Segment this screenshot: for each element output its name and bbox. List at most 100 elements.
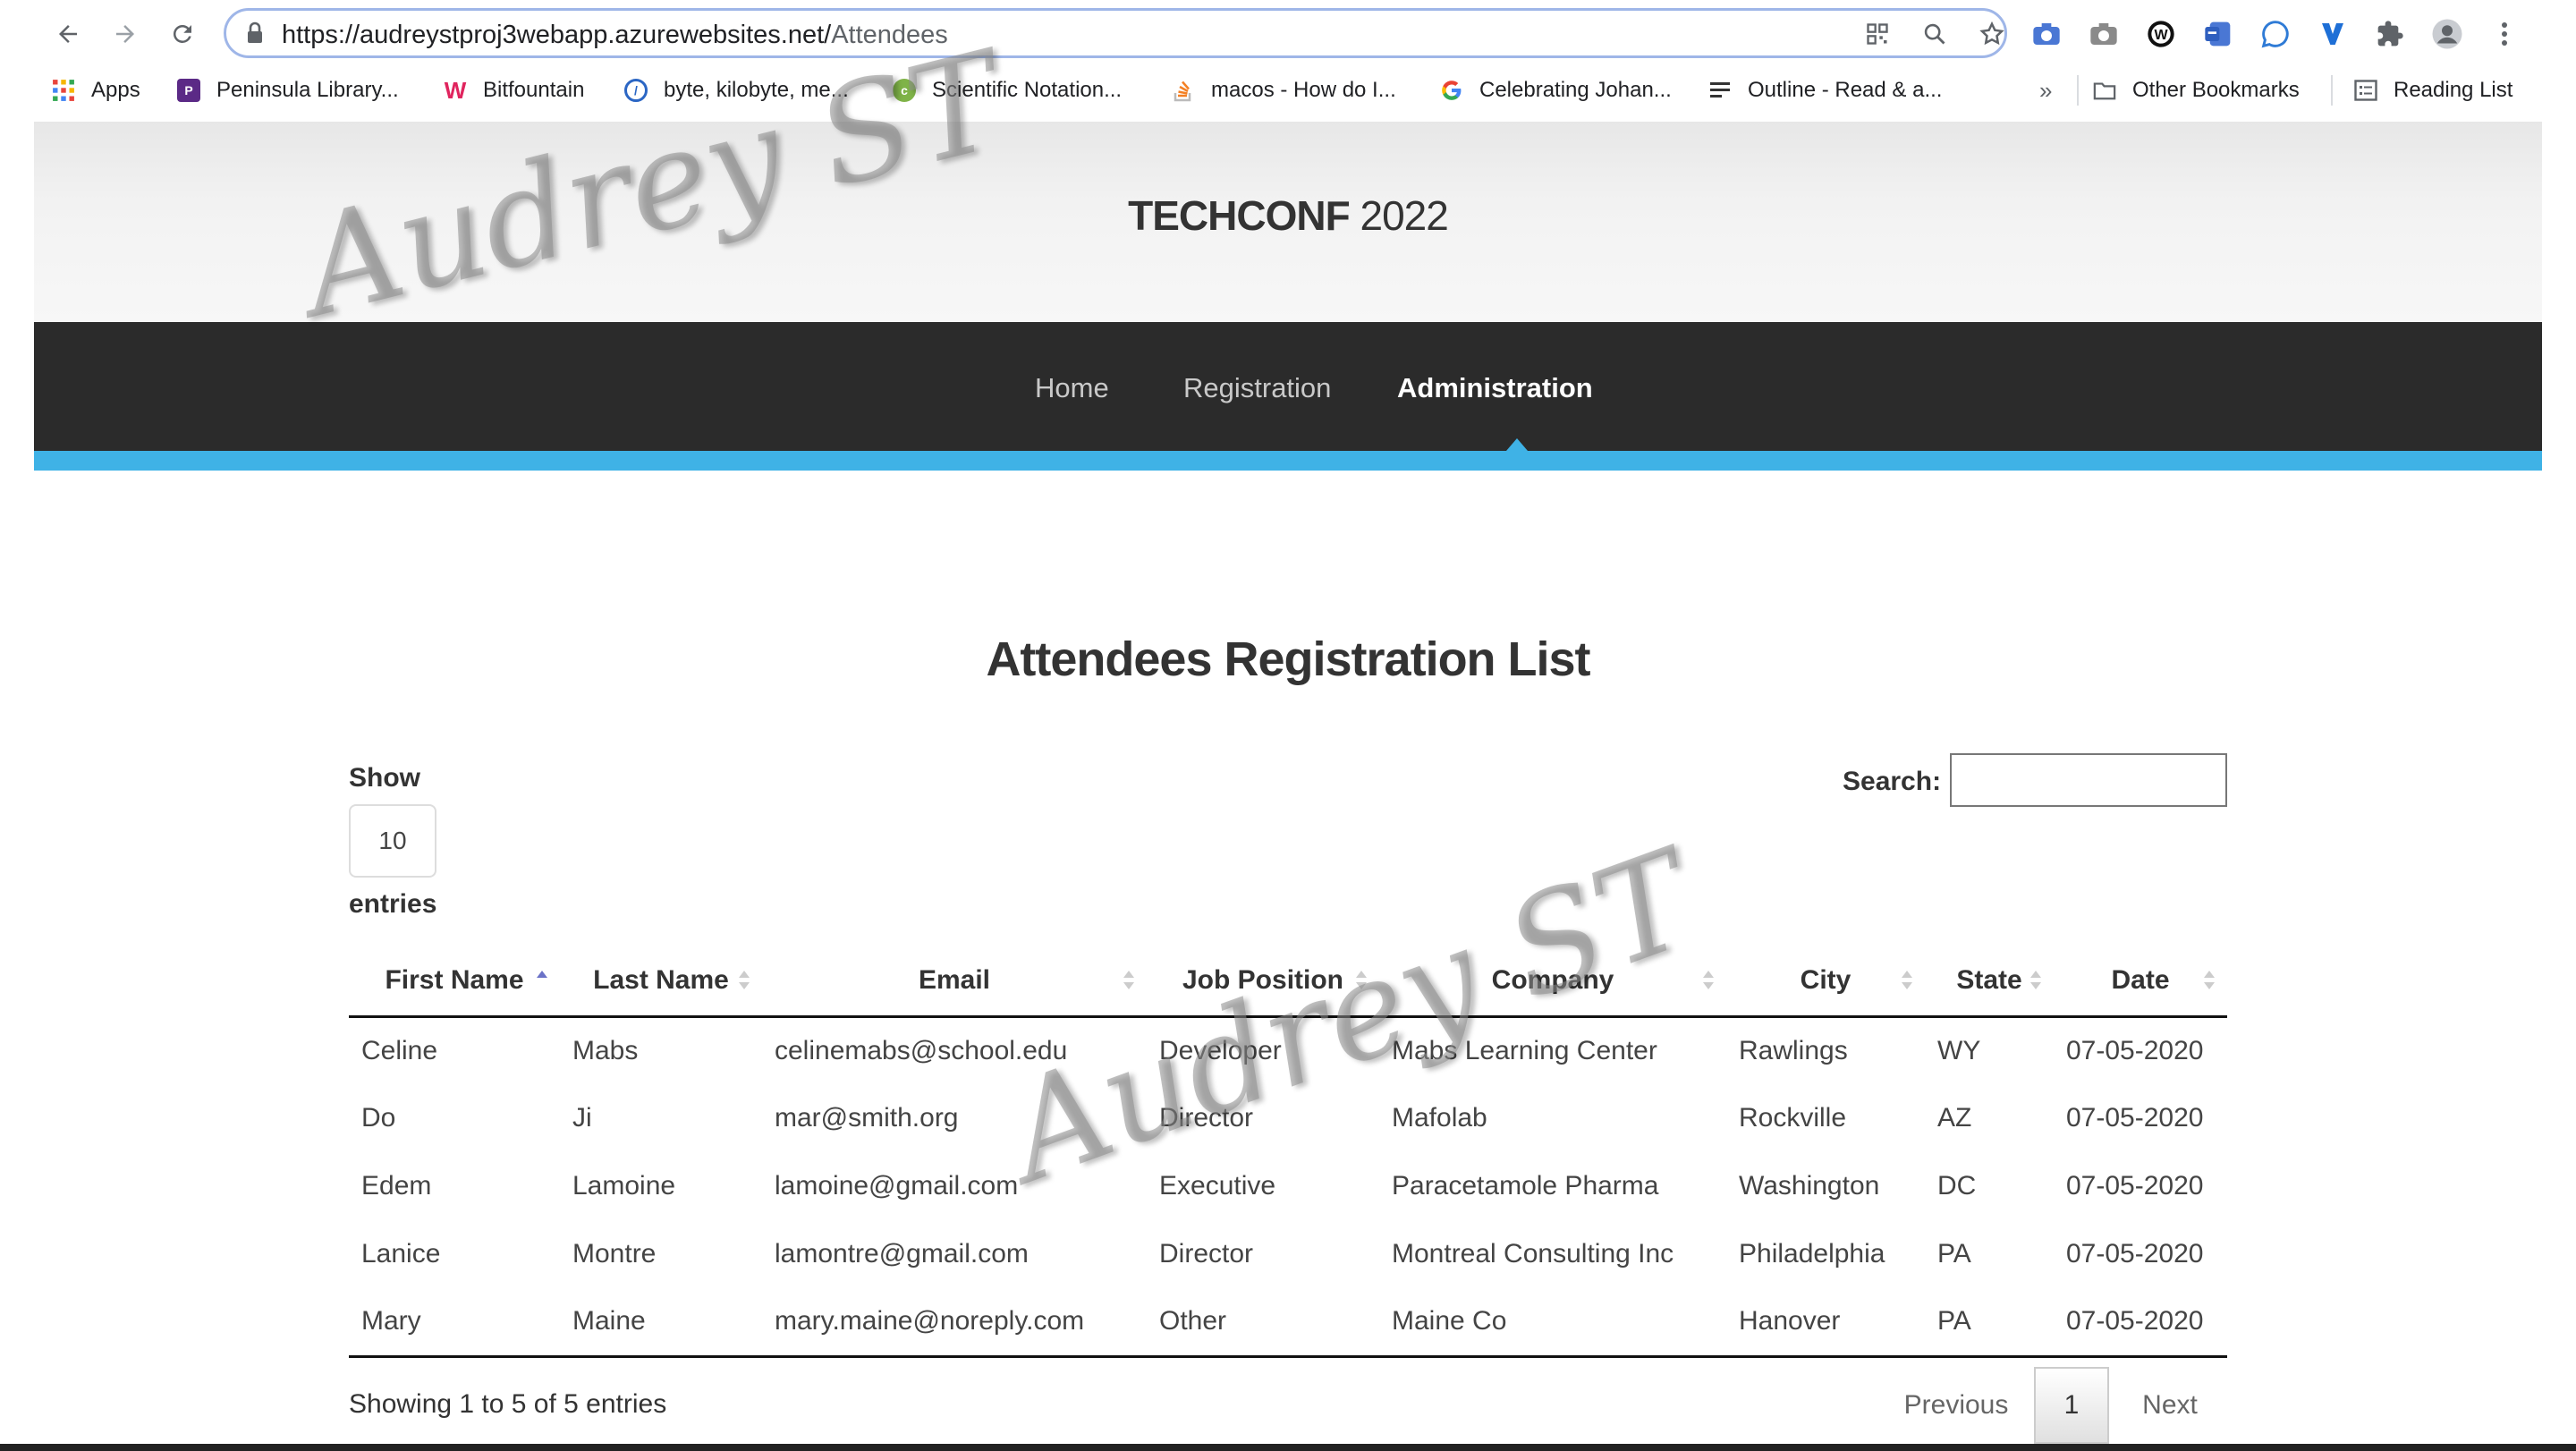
cell-company: Mabs Learning Center (1392, 1035, 1657, 1065)
nav-administration[interactable]: Administration (1397, 372, 1593, 404)
cell-last-name: Ji (572, 1103, 592, 1133)
forward-arrow-icon (116, 25, 134, 43)
bookmark-reading-list[interactable]: Reading List (2354, 75, 2512, 106)
bitfountain-icon: W (444, 76, 467, 104)
column-header-job-position[interactable]: Job Position (1147, 946, 1379, 1018)
bookmark-label: Peninsula Library... (216, 78, 399, 102)
v-extension-icon[interactable] (2317, 18, 2349, 50)
cell-job-position: Director (1159, 1239, 1254, 1269)
bookmark-apps[interactable]: Apps (52, 75, 140, 106)
attendees-table: First Name Last Name Email Job Position … (349, 946, 2227, 1358)
table-row: Mary Maine mary.maine@noreply.com Other … (349, 1288, 2227, 1358)
sort-icon (2030, 971, 2041, 992)
cell-first-name: Do (361, 1103, 396, 1133)
site-title[interactable]: TECHCONF 2022 (34, 191, 2542, 240)
bookmarks-bar: Apps P Peninsula Library... W Bitfountai… (0, 70, 2576, 111)
reload-button[interactable] (159, 11, 206, 57)
table-row: Edem Lamoine lamoine@gmail.com Executive… (349, 1152, 2227, 1220)
bookmark-label: macos - How do I... (1211, 78, 1396, 102)
cell-email: mar@smith.org (775, 1103, 959, 1133)
wordpress-icon[interactable]: W (2145, 18, 2177, 50)
column-label: Date (2111, 965, 2170, 996)
column-label: Company (1491, 965, 1614, 996)
column-header-date[interactable]: Date (2054, 946, 2227, 1018)
cell-first-name: Lanice (361, 1239, 441, 1269)
sort-icon (739, 971, 750, 992)
pagination-next[interactable]: Next (2125, 1367, 2215, 1444)
screenshot-extension-icon[interactable] (2030, 18, 2063, 50)
cell-state: PA (1925, 1288, 2054, 1358)
bookmark-label: Outline - Read & a... (1748, 78, 1943, 102)
cell-city: Hanover (1726, 1288, 1925, 1358)
pagination-previous[interactable]: Previous (1889, 1367, 2023, 1444)
bookmarks-divider (2077, 75, 2079, 106)
cell-date: 07-05-2020 (2066, 1103, 2204, 1133)
back-arrow-icon (59, 25, 77, 43)
cell-email: lamontre@gmail.com (775, 1239, 1029, 1269)
column-header-first-name[interactable]: First Name (349, 946, 560, 1018)
sort-icon (1123, 971, 1134, 992)
cell-company: Mafolab (1392, 1103, 1487, 1133)
back-button[interactable] (45, 11, 91, 57)
bookmark-star-icon[interactable] (1978, 20, 2006, 48)
stackoverflow-icon (1172, 79, 1195, 102)
site-title-bold: TECHCONF (1128, 192, 1351, 239)
camera-icon[interactable] (2088, 18, 2120, 50)
cell-last-name: Mabs (572, 1035, 639, 1065)
bookmarks-overflow-chevron[interactable]: » (2039, 75, 2052, 106)
bookmark-label: byte, kilobyte, me... (664, 78, 849, 102)
cell-city: Rockville (1739, 1103, 1847, 1133)
url-host: https://audreystproj3webapp.azurewebsite… (282, 21, 832, 49)
cell-date: 07-05-2020 (2066, 1035, 2204, 1065)
table-row: Celine Mabs celinemabs@school.edu Develo… (349, 1016, 2227, 1084)
docs-extension-icon[interactable] (2202, 18, 2234, 50)
column-label: State (1956, 965, 2022, 996)
cell-last-name: Maine (560, 1288, 762, 1358)
nav-home[interactable]: Home (1035, 372, 1109, 404)
zoom-icon[interactable] (1920, 20, 1949, 48)
nav-registration[interactable]: Registration (1183, 372, 1331, 404)
chat-extension-icon[interactable] (2259, 18, 2292, 50)
cell-email: celinemabs@school.edu (775, 1035, 1068, 1065)
forward-button[interactable] (102, 11, 148, 57)
bookmark-other-bookmarks[interactable]: Other Bookmarks (2093, 75, 2300, 106)
column-label: Last Name (593, 965, 729, 996)
column-header-email[interactable]: Email (762, 946, 1147, 1018)
cell-email: lamoine@gmail.com (775, 1171, 1019, 1201)
bookmark-celebrating[interactable]: Celebrating Johan... (1440, 75, 1672, 106)
site-title-year: 2022 (1349, 192, 1448, 239)
bookmark-outline[interactable]: Outline - Read & a... (1708, 75, 1942, 106)
bookmark-bitfountain[interactable]: W Bitfountain (444, 75, 585, 106)
qr-code-icon[interactable] (1863, 20, 1892, 48)
cell-first-name: Mary (349, 1288, 560, 1358)
nav-accent-stripe (34, 451, 2542, 471)
entries-label: entries (349, 889, 437, 919)
sort-icon (1902, 971, 1912, 992)
show-label: Show (349, 763, 420, 793)
svg-text:W: W (2154, 28, 2168, 43)
column-header-company[interactable]: Company (1379, 946, 1726, 1018)
bookmark-peninsula-library[interactable]: P Peninsula Library... (177, 75, 399, 106)
bookmark-macos[interactable]: macos - How do I... (1172, 75, 1396, 106)
apps-grid-icon (52, 79, 75, 102)
column-label: Email (918, 965, 991, 996)
column-header-state[interactable]: State (1925, 946, 2054, 1018)
browser-toolbar: https://audreystproj3webapp.azurewebsite… (0, 0, 2576, 70)
cell-city: Philadelphia (1739, 1239, 1885, 1269)
cell-city: Washington (1739, 1171, 1880, 1201)
address-bar[interactable]: https://audreystproj3webapp.azurewebsite… (224, 8, 2007, 58)
page-length-select[interactable]: 10 (349, 804, 436, 878)
column-header-last-name[interactable]: Last Name (560, 946, 762, 1018)
bookmark-label: Other Bookmarks (2132, 78, 2300, 102)
search-input[interactable] (1950, 753, 2227, 807)
pagination-page-1[interactable]: 1 (2034, 1367, 2109, 1444)
url-text: https://audreystproj3webapp.azurewebsite… (282, 21, 948, 50)
profile-avatar-icon[interactable] (2431, 18, 2463, 50)
bookmark-byte[interactable]: / byte, kilobyte, me... (624, 75, 849, 106)
kebab-menu-icon[interactable] (2488, 18, 2521, 50)
sort-ascending-icon (537, 971, 547, 992)
column-label: City (1800, 965, 1852, 996)
column-header-city[interactable]: City (1726, 946, 1925, 1018)
extensions-puzzle-icon[interactable] (2374, 18, 2406, 50)
bookmark-scientific-notation[interactable]: c Scientific Notation... (893, 75, 1122, 106)
